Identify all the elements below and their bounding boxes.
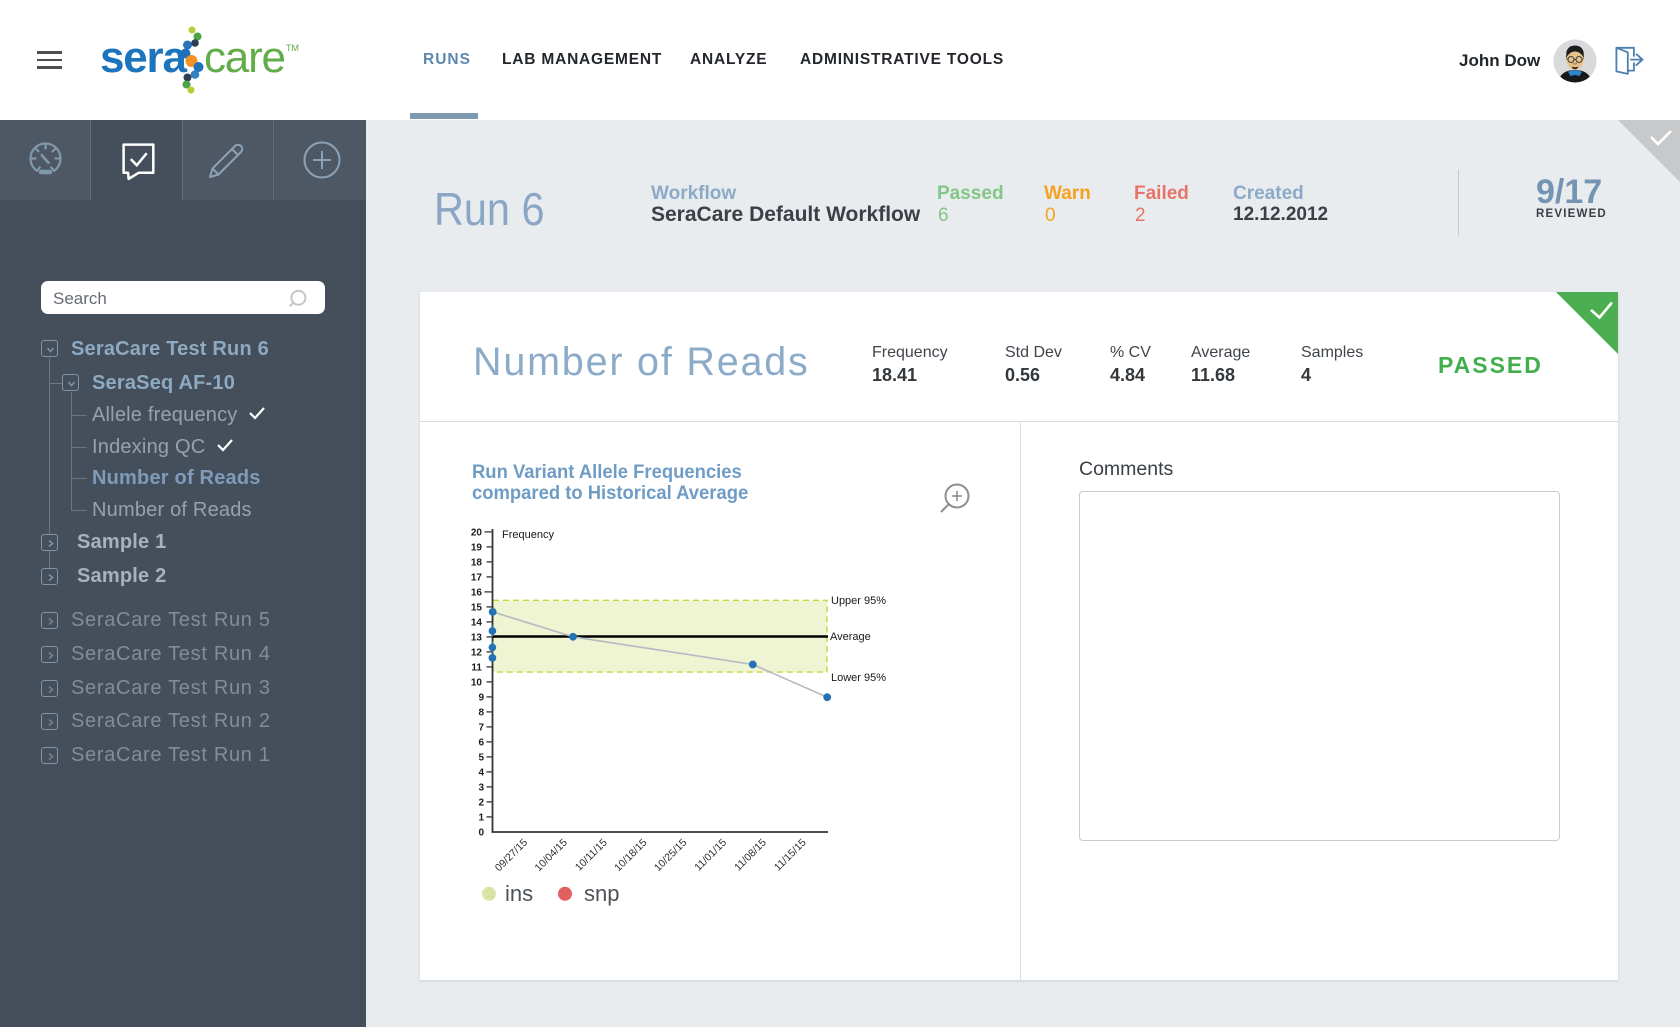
svg-text:sera: sera [100,33,187,82]
svg-text:6: 6 [478,738,484,749]
svg-text:09/27/15: 09/27/15 [493,837,530,874]
svg-text:10/04/15: 10/04/15 [533,837,570,874]
svg-text:4: 4 [478,768,484,779]
svg-text:20: 20 [471,528,483,539]
svg-text:10/11/15: 10/11/15 [573,837,610,874]
svg-text:18: 18 [471,558,483,569]
svg-text:19: 19 [471,543,483,554]
svg-text:7: 7 [478,723,484,734]
svg-text:16: 16 [471,588,483,599]
svg-text:TM: TM [286,43,299,53]
svg-text:5: 5 [478,753,484,764]
svg-text:ins: ins [505,881,533,906]
svg-text:snp: snp [584,881,619,906]
svg-text:Frequency: Frequency [502,529,554,541]
svg-text:10/25/15: 10/25/15 [652,837,689,874]
svg-text:Average: Average [830,631,871,643]
svg-text:10: 10 [471,678,483,689]
svg-text:11: 11 [471,663,482,674]
svg-text:9: 9 [478,693,484,704]
svg-text:1: 1 [478,813,484,824]
svg-text:3: 3 [478,783,484,794]
svg-text:12: 12 [471,648,483,659]
svg-text:2: 2 [478,798,484,809]
svg-text:8: 8 [478,708,484,719]
svg-text:13: 13 [471,633,483,644]
svg-text:Upper 95%: Upper 95% [831,595,886,607]
svg-text:11/08/15: 11/08/15 [732,837,769,874]
svg-text:Lower 95%: Lower 95% [831,672,886,684]
svg-text:11/15/15: 11/15/15 [772,837,809,874]
svg-text:10/18/15: 10/18/15 [612,837,649,874]
svg-text:11/01/15: 11/01/15 [692,837,729,874]
svg-text:15: 15 [471,603,483,614]
svg-text:0: 0 [478,828,484,839]
svg-text:care: care [204,33,285,82]
svg-text:14: 14 [471,618,483,629]
svg-text:17: 17 [471,573,483,584]
